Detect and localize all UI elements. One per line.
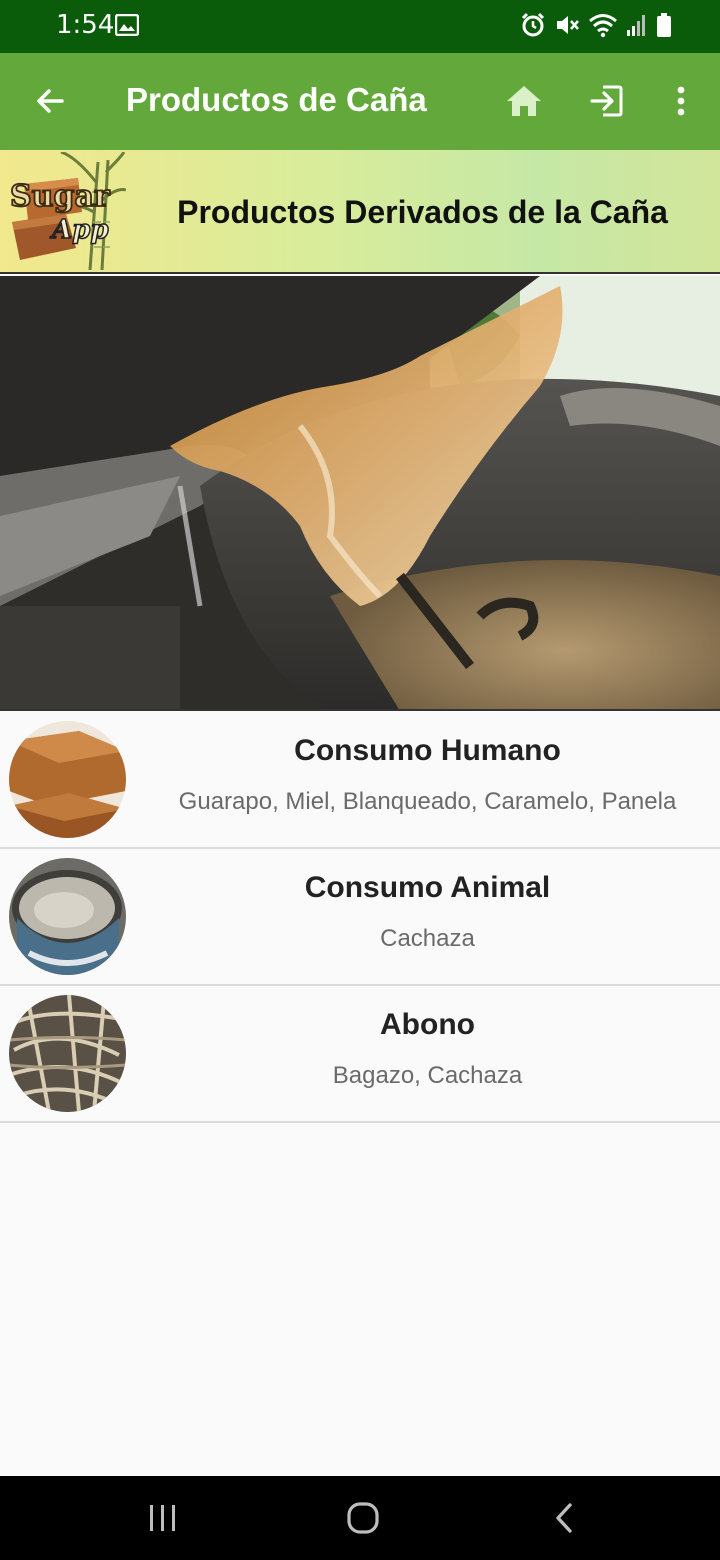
more-options-button[interactable]	[657, 77, 705, 125]
home-circle-icon	[347, 1502, 379, 1534]
item-title: Abono	[380, 1008, 475, 1041]
exit-icon	[590, 85, 623, 117]
product-category-list: Consumo Humano Guarapo, Miel, Blanqueado…	[0, 712, 720, 1123]
home-icon	[507, 86, 541, 116]
page-title: Productos de Caña	[126, 81, 427, 118]
list-item-abono[interactable]: Abono Bagazo, Cachaza	[0, 986, 720, 1123]
status-icons	[520, 12, 672, 38]
item-title: Consumo Humano	[294, 734, 561, 767]
bagazo-thumbnail	[9, 995, 126, 1112]
list-item-consumo-humano[interactable]: Consumo Humano Guarapo, Miel, Blanqueado…	[0, 712, 720, 849]
recents-button[interactable]	[132, 1494, 192, 1542]
exit-button[interactable]	[583, 77, 631, 125]
back-nav-button[interactable]	[534, 1494, 594, 1542]
app-bar: Productos de Caña	[0, 53, 720, 150]
mute-icon	[557, 16, 579, 34]
image-icon	[115, 14, 139, 36]
signal-icon	[627, 15, 645, 36]
home-button[interactable]	[500, 77, 548, 125]
status-bar: 1:54	[0, 0, 720, 53]
back-arrow-icon	[37, 89, 64, 113]
svg-text:Sugar: Sugar	[10, 179, 111, 214]
recents-icon	[150, 1505, 175, 1531]
battery-icon	[657, 13, 671, 37]
back-button[interactable]	[26, 77, 74, 125]
item-title: Consumo Animal	[304, 871, 551, 904]
banner-title: Productos Derivados de la Caña	[177, 194, 668, 230]
home-nav-button[interactable]	[333, 1494, 393, 1542]
hero-photo	[0, 276, 720, 709]
list-item-consumo-animal[interactable]: Consumo Animal Cachaza	[0, 849, 720, 986]
item-subtitle: Bagazo, Cachaza	[332, 1062, 523, 1089]
hero-image	[0, 276, 720, 711]
item-subtitle: Cachaza	[380, 925, 475, 952]
status-time: 1:54	[56, 10, 115, 40]
more-vert-icon	[677, 86, 685, 116]
header-banner: Sugar App Productos Derivados de la Caña	[0, 150, 720, 274]
cachaza-thumbnail	[9, 858, 126, 975]
system-nav-bar	[0, 1476, 720, 1560]
wifi-icon	[589, 14, 617, 38]
svg-text:App: App	[49, 215, 109, 245]
alarm-icon	[521, 12, 545, 37]
chevron-left-icon	[556, 1503, 572, 1533]
panela-thumbnail	[9, 721, 126, 838]
sugar-app-logo: Sugar App	[9, 152, 126, 270]
item-subtitle: Guarapo, Miel, Blanqueado, Caramelo, Pan…	[178, 788, 677, 815]
